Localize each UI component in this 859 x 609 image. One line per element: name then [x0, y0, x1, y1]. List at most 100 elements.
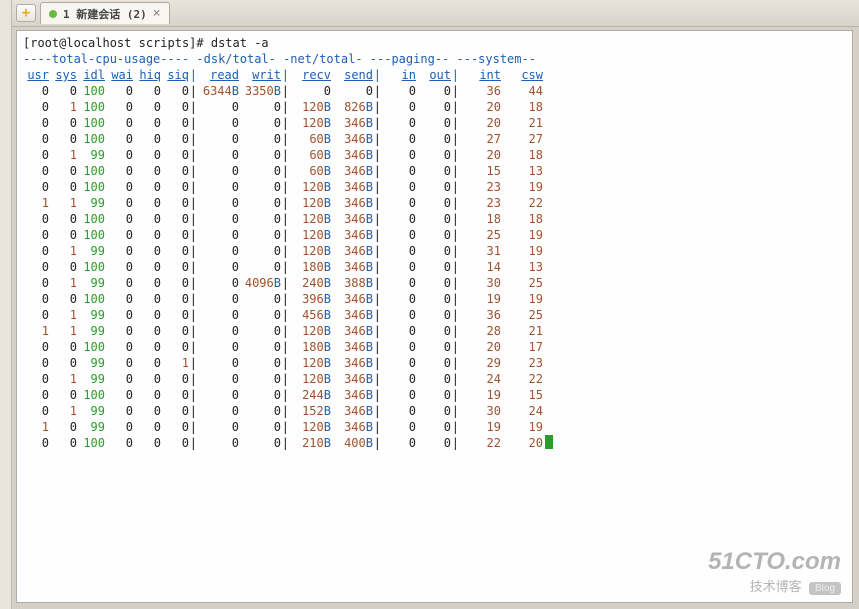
- cell-hiq: 0: [133, 227, 161, 243]
- cell-hiq: 0: [133, 323, 161, 339]
- cell-siq: 0: [161, 147, 189, 163]
- cell-hiq: 0: [133, 371, 161, 387]
- cell-writ: 0: [239, 355, 281, 371]
- cell-writ: 0: [239, 211, 281, 227]
- cell-hiq: 0: [133, 339, 161, 355]
- cell-idl: 99: [77, 371, 105, 387]
- cell-csw: 17: [501, 339, 543, 355]
- close-icon[interactable]: ×: [153, 6, 161, 21]
- cell-csw: 27: [501, 131, 543, 147]
- cell-hiq: 0: [133, 307, 161, 323]
- table-row: 00100000|00|60B346B|00|1513: [23, 163, 846, 179]
- cell-siq: 0: [161, 115, 189, 131]
- cell-hiq: 0: [133, 115, 161, 131]
- table-row: 00100000|00|210B400B|00|2220: [23, 435, 846, 451]
- cell-wai: 0: [105, 339, 133, 355]
- cell-int: 27: [459, 131, 501, 147]
- cell-int: 22: [459, 435, 501, 451]
- cell-hiq: 0: [133, 387, 161, 403]
- cell-sys: 0: [49, 419, 77, 435]
- cell-wai: 0: [105, 115, 133, 131]
- cell-in: 0: [381, 435, 416, 451]
- cell-hiq: 0: [133, 291, 161, 307]
- cell-wai: 0: [105, 211, 133, 227]
- cell-recv: 180B: [289, 339, 331, 355]
- cell-out: 0: [416, 371, 451, 387]
- cell-hiq: 0: [133, 99, 161, 115]
- cell-send: 346B: [331, 211, 373, 227]
- cell-csw: 22: [501, 195, 543, 211]
- col-idl: idl: [77, 67, 105, 83]
- cell-writ: 0: [239, 147, 281, 163]
- cell-send: 346B: [331, 227, 373, 243]
- cell-hiq: 0: [133, 131, 161, 147]
- watermark: 51CTO.com 技术博客 Blog: [708, 548, 841, 595]
- cell-read: 0: [197, 371, 239, 387]
- terminal-output[interactable]: [root@localhost scripts]# dstat -a ----t…: [16, 30, 853, 603]
- table-row: 00100000|00|120B346B|00|2021: [23, 115, 846, 131]
- cell-usr: 1: [23, 323, 49, 339]
- add-tab-button[interactable]: +: [16, 4, 36, 22]
- cell-csw: 18: [501, 147, 543, 163]
- cell-idl: 99: [77, 147, 105, 163]
- cursor-icon: [545, 435, 553, 449]
- cell-usr: 0: [23, 83, 49, 99]
- tab-title: 1 新建会话 (2): [63, 6, 147, 22]
- cell-in: 0: [381, 83, 416, 99]
- cell-recv: 210B: [289, 435, 331, 451]
- table-row: 00100000|00|244B346B|00|1915: [23, 387, 846, 403]
- cell-out: 0: [416, 195, 451, 211]
- cell-read: 0: [197, 323, 239, 339]
- cell-int: 24: [459, 371, 501, 387]
- cell-sys: 0: [49, 131, 77, 147]
- cell-idl: 99: [77, 195, 105, 211]
- cell-csw: 21: [501, 115, 543, 131]
- cell-wai: 0: [105, 387, 133, 403]
- cell-in: 0: [381, 371, 416, 387]
- cell-idl: 100: [77, 211, 105, 227]
- cell-int: 14: [459, 259, 501, 275]
- cell-sys: 0: [49, 227, 77, 243]
- cell-out: 0: [416, 339, 451, 355]
- cell-writ: 0: [239, 259, 281, 275]
- cell-in: 0: [381, 419, 416, 435]
- cell-read: 0: [197, 339, 239, 355]
- cell-writ: 0: [239, 179, 281, 195]
- cell-sys: 1: [49, 371, 77, 387]
- watermark-big: 51CTO.com: [708, 548, 841, 576]
- cell-send: 346B: [331, 131, 373, 147]
- cell-out: 0: [416, 355, 451, 371]
- cell-sys: 1: [49, 147, 77, 163]
- cell-out: 0: [416, 323, 451, 339]
- cell-writ: 4096B: [239, 275, 281, 291]
- cell-out: 0: [416, 419, 451, 435]
- cell-read: 0: [197, 147, 239, 163]
- cell-siq: 0: [161, 163, 189, 179]
- cell-hiq: 0: [133, 163, 161, 179]
- table-row: 0199000|00|152B346B|00|3024: [23, 403, 846, 419]
- cell-read: 0: [197, 179, 239, 195]
- cell-writ: 0: [239, 163, 281, 179]
- cell-sys: 0: [49, 291, 77, 307]
- cell-in: 0: [381, 99, 416, 115]
- cell-sys: 0: [49, 115, 77, 131]
- cell-idl: 100: [77, 131, 105, 147]
- col-int: int: [459, 67, 501, 83]
- group-header: ----total-cpu-usage---- -dsk/total- -net…: [23, 51, 846, 67]
- cell-read: 0: [197, 115, 239, 131]
- cell-read: 6344B: [197, 83, 239, 99]
- cell-csw: 22: [501, 371, 543, 387]
- cell-out: 0: [416, 403, 451, 419]
- cell-int: 31: [459, 243, 501, 259]
- status-dot-icon: [49, 10, 57, 18]
- cell-send: 346B: [331, 403, 373, 419]
- cell-wai: 0: [105, 83, 133, 99]
- cell-send: 346B: [331, 179, 373, 195]
- cell-writ: 0: [239, 115, 281, 131]
- col-send: send: [331, 67, 373, 83]
- tab-session[interactable]: 1 新建会话 (2) ×: [40, 2, 170, 24]
- cell-writ: 3350B: [239, 83, 281, 99]
- cell-csw: 24: [501, 403, 543, 419]
- cell-in: 0: [381, 387, 416, 403]
- cell-siq: 0: [161, 307, 189, 323]
